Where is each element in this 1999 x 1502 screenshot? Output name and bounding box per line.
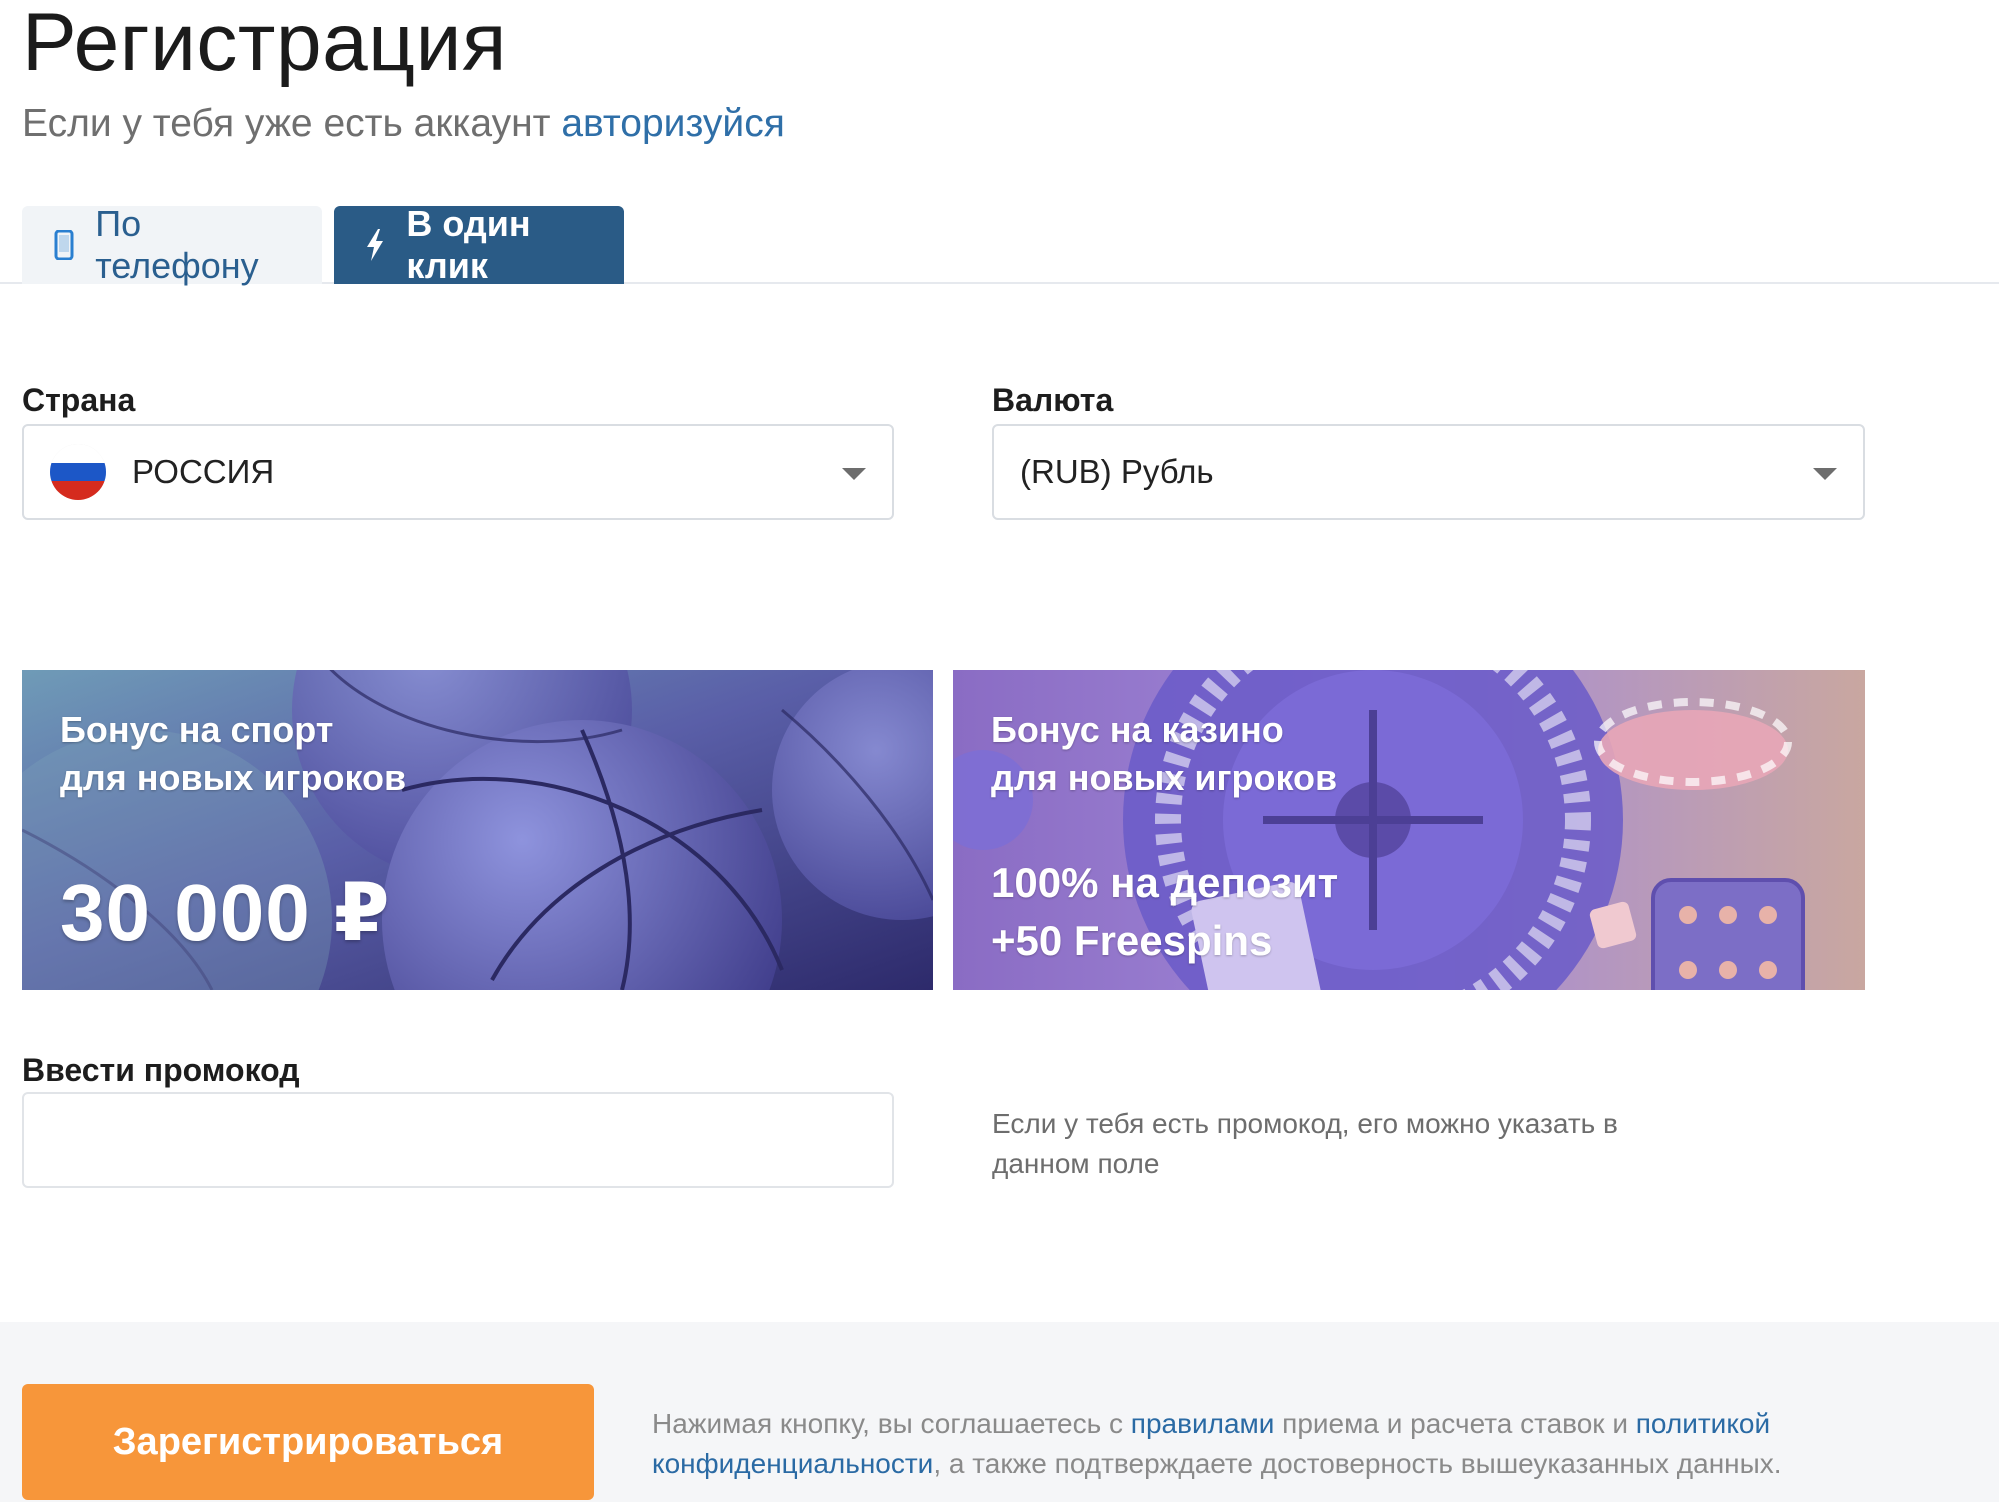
casino-bonus-title: Бонус на казино для новых игроков — [991, 709, 1338, 798]
legal-notice: Нажимая кнопку, вы соглашаетесь с правил… — [652, 1408, 1782, 1479]
country-select[interactable]: РОССИЯ — [22, 424, 894, 520]
login-prompt: Если у тебя уже есть аккаунт авторизуйся — [22, 102, 785, 146]
russia-flag-icon — [50, 444, 106, 500]
country-label: Страна — [22, 382, 136, 418]
tab-by-phone-label: По телефону — [95, 203, 259, 286]
login-link[interactable]: авторизуйся — [561, 102, 785, 145]
tab-one-click-label: В один клик — [406, 203, 531, 286]
rules-link[interactable]: правилами — [1131, 1408, 1275, 1439]
chevron-down-icon — [1813, 468, 1837, 480]
tab-one-click[interactable]: В один клик — [334, 203, 624, 286]
casino-bonus-offer: 100% на депозит +50 Freespins — [991, 859, 1339, 964]
phone-icon — [50, 225, 77, 265]
sport-bonus-banner[interactable]: Бонус на спорт для новых игроков 30 000 … — [22, 670, 933, 990]
currency-select[interactable]: (RUB) Рубль — [992, 424, 1865, 520]
currency-label: Валюта — [992, 382, 1114, 418]
login-prompt-text: Если у тебя уже есть аккаунт — [22, 102, 562, 145]
sport-bonus-title: Бонус на спорт для новых игроков — [60, 709, 407, 798]
sport-bonus-amount: 30 000 ₽ — [60, 868, 391, 957]
currency-value: (RUB) Рубль — [1020, 453, 1214, 490]
promo-hint: Если у тебя есть промокод, его можно ука… — [992, 1108, 1618, 1179]
chevron-down-icon — [842, 468, 866, 480]
casino-bonus-banner[interactable]: Бонус на казино для новых игроков 100% н… — [953, 670, 1865, 990]
promo-label: Ввести промокод — [22, 1052, 300, 1088]
page-title: Регистрация — [22, 0, 507, 88]
lightning-icon — [362, 225, 388, 265]
country-value: РОССИЯ — [132, 453, 275, 490]
promo-input[interactable] — [22, 1092, 894, 1188]
register-button[interactable]: Зарегистрироваться — [22, 1384, 594, 1500]
tab-by-phone[interactable]: По телефону — [22, 203, 322, 286]
